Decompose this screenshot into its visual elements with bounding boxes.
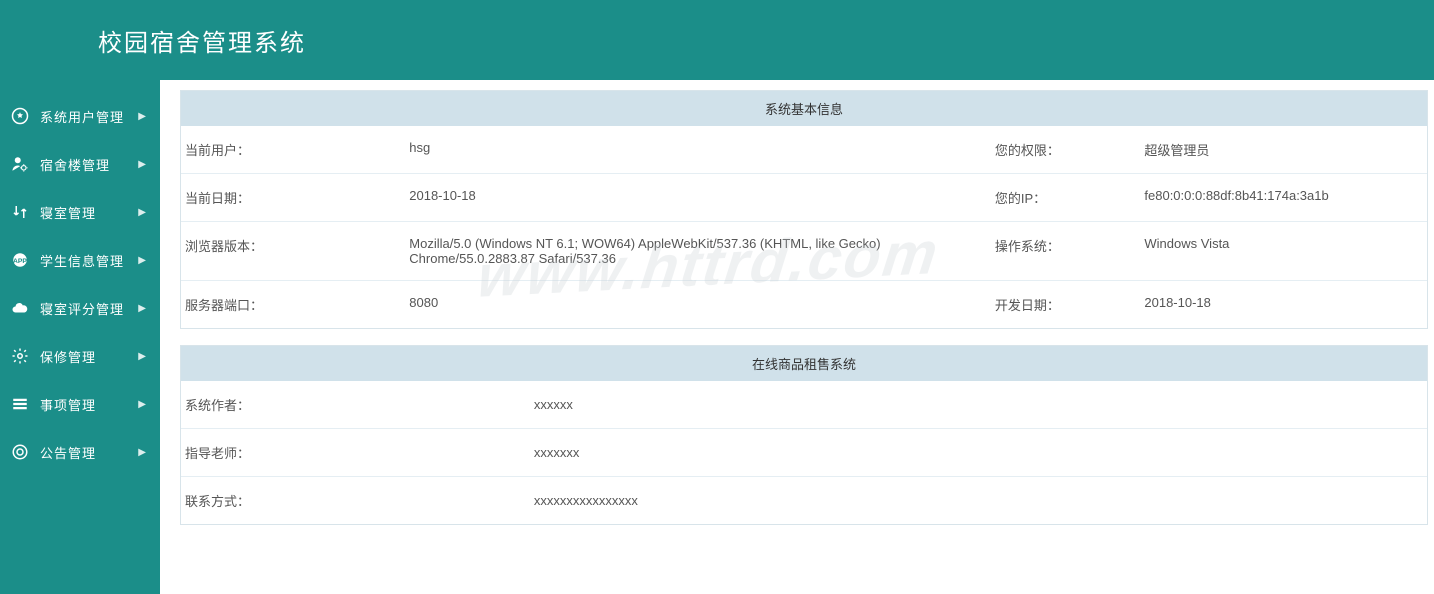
sidebar-label: 宿舍楼管理 <box>40 155 138 174</box>
chevron-right-icon: ▶ <box>138 447 146 458</box>
sidebar-item-maintenance[interactable]: 保修管理 ▶ <box>0 332 160 380</box>
sidebar-item-announcement[interactable]: 公告管理 ▶ <box>0 428 160 476</box>
chevron-right-icon: ▶ <box>138 207 146 218</box>
target-icon <box>10 442 30 462</box>
value-date: 2018-10-18 <box>405 174 991 222</box>
label-current-user: 当前用户： <box>181 126 405 174</box>
label-role: 您的权限： <box>991 126 1141 174</box>
sidebar-item-building-mgmt[interactable]: 宿舍楼管理 ▶ <box>0 140 160 188</box>
value-advisor: xxxxxxx <box>530 429 1427 477</box>
sidebar-label: 事项管理 <box>40 395 138 414</box>
system-info-title: 系统基本信息 <box>181 91 1427 126</box>
chevron-right-icon: ▶ <box>138 111 146 122</box>
app-title: 校园宿舍管理系统 <box>98 23 306 58</box>
label-contact: 联系方式： <box>181 477 530 525</box>
table-row: 联系方式： xxxxxxxxxxxxxxxx <box>181 477 1427 525</box>
rental-system-table: 系统作者： xxxxxx 指导老师： xxxxxxx 联系方式： xxxxxxx… <box>181 381 1427 524</box>
svg-text:APP: APP <box>13 258 27 265</box>
value-port: 8080 <box>405 281 991 329</box>
chevron-right-icon: ▶ <box>138 159 146 170</box>
list-icon <box>10 394 30 414</box>
label-os: 操作系统： <box>991 222 1141 281</box>
sidebar-label: 保修管理 <box>40 347 138 366</box>
cloud-icon <box>10 298 30 318</box>
label-port: 服务器端口： <box>181 281 405 329</box>
value-author: xxxxxx <box>530 381 1427 429</box>
sidebar-label: 系统用户管理 <box>40 107 138 126</box>
gear-icon <box>10 346 30 366</box>
table-row: 指导老师： xxxxxxx <box>181 429 1427 477</box>
chevron-right-icon: ▶ <box>138 255 146 266</box>
label-advisor: 指导老师： <box>181 429 530 477</box>
table-row: 系统作者： xxxxxx <box>181 381 1427 429</box>
value-current-user: hsg <box>405 126 991 174</box>
chevron-right-icon: ▶ <box>138 351 146 362</box>
table-row: 当前日期： 2018-10-18 您的IP： fe80:0:0:0:88df:8… <box>181 174 1427 222</box>
sidebar-label: 公告管理 <box>40 443 138 462</box>
rental-system-title: 在线商品租售系统 <box>181 346 1427 381</box>
sidebar-item-user-mgmt[interactable]: 系统用户管理 ▶ <box>0 92 160 140</box>
label-devdate: 开发日期： <box>991 281 1141 329</box>
label-ip: 您的IP： <box>991 174 1141 222</box>
sidebar-item-room-mgmt[interactable]: 寝室管理 ▶ <box>0 188 160 236</box>
value-devdate: 2018-10-18 <box>1140 281 1427 329</box>
system-info-table: 当前用户： hsg 您的权限： 超级管理员 当前日期： 2018-10-18 您… <box>181 126 1427 328</box>
user-star-icon <box>10 106 30 126</box>
sidebar-item-student-info[interactable]: APP 学生信息管理 ▶ <box>0 236 160 284</box>
value-ip: fe80:0:0:0:88df:8b41:174a:3a1b <box>1140 174 1427 222</box>
person-gear-icon <box>10 154 30 174</box>
sidebar-label: 寝室管理 <box>40 203 138 222</box>
value-role: 超级管理员 <box>1140 126 1427 174</box>
value-contact: xxxxxxxxxxxxxxxx <box>530 477 1427 525</box>
value-browser: Mozilla/5.0 (Windows NT 6.1; WOW64) Appl… <box>405 222 991 281</box>
rental-system-panel: 在线商品租售系统 系统作者： xxxxxx 指导老师： xxxxxxx 联系方式… <box>180 345 1428 525</box>
chevron-right-icon: ▶ <box>138 303 146 314</box>
table-row: 服务器端口： 8080 开发日期： 2018-10-18 <box>181 281 1427 329</box>
label-browser: 浏览器版本： <box>181 222 405 281</box>
chevron-right-icon: ▶ <box>138 399 146 410</box>
table-row: 浏览器版本： Mozilla/5.0 (Windows NT 6.1; WOW6… <box>181 222 1427 281</box>
table-row: 当前用户： hsg 您的权限： 超级管理员 <box>181 126 1427 174</box>
sidebar-item-room-score[interactable]: 寝室评分管理 ▶ <box>0 284 160 332</box>
system-info-panel: 系统基本信息 当前用户： hsg 您的权限： 超级管理员 当前日期： 2018-… <box>180 90 1428 329</box>
label-date: 当前日期： <box>181 174 405 222</box>
sidebar-item-affairs[interactable]: 事项管理 ▶ <box>0 380 160 428</box>
sidebar-label: 学生信息管理 <box>40 251 138 270</box>
value-os: Windows Vista <box>1140 222 1427 281</box>
swap-icon <box>10 202 30 222</box>
main-content: 系统基本信息 当前用户： hsg 您的权限： 超级管理员 当前日期： 2018-… <box>160 80 1434 594</box>
label-author: 系统作者： <box>181 381 530 429</box>
sidebar: 系统用户管理 ▶ 宿舍楼管理 ▶ 寝室管理 ▶ APP 学生信息管理 ▶ <box>0 80 160 594</box>
app-badge-icon: APP <box>10 250 30 270</box>
sidebar-label: 寝室评分管理 <box>40 299 138 318</box>
header-bar: 校园宿舍管理系统 <box>0 0 1434 80</box>
